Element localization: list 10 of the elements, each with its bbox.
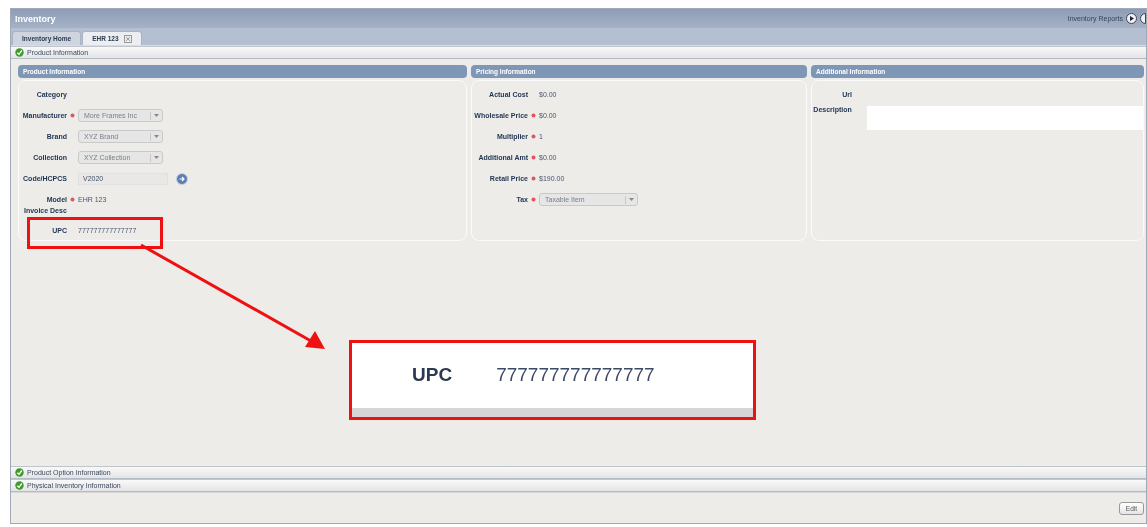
caret-icon: [154, 135, 159, 138]
arrow-icon[interactable]: [176, 172, 188, 185]
close-icon[interactable]: [123, 34, 132, 43]
window-title: Inventory: [15, 13, 56, 24]
play-icon[interactable]: [1126, 13, 1137, 24]
caret-icon: [629, 198, 634, 201]
field-label: UPC: [412, 364, 453, 386]
caret-icon: [154, 114, 159, 117]
field-value: 777777777777777: [496, 364, 655, 386]
caret-icon: [154, 156, 159, 159]
